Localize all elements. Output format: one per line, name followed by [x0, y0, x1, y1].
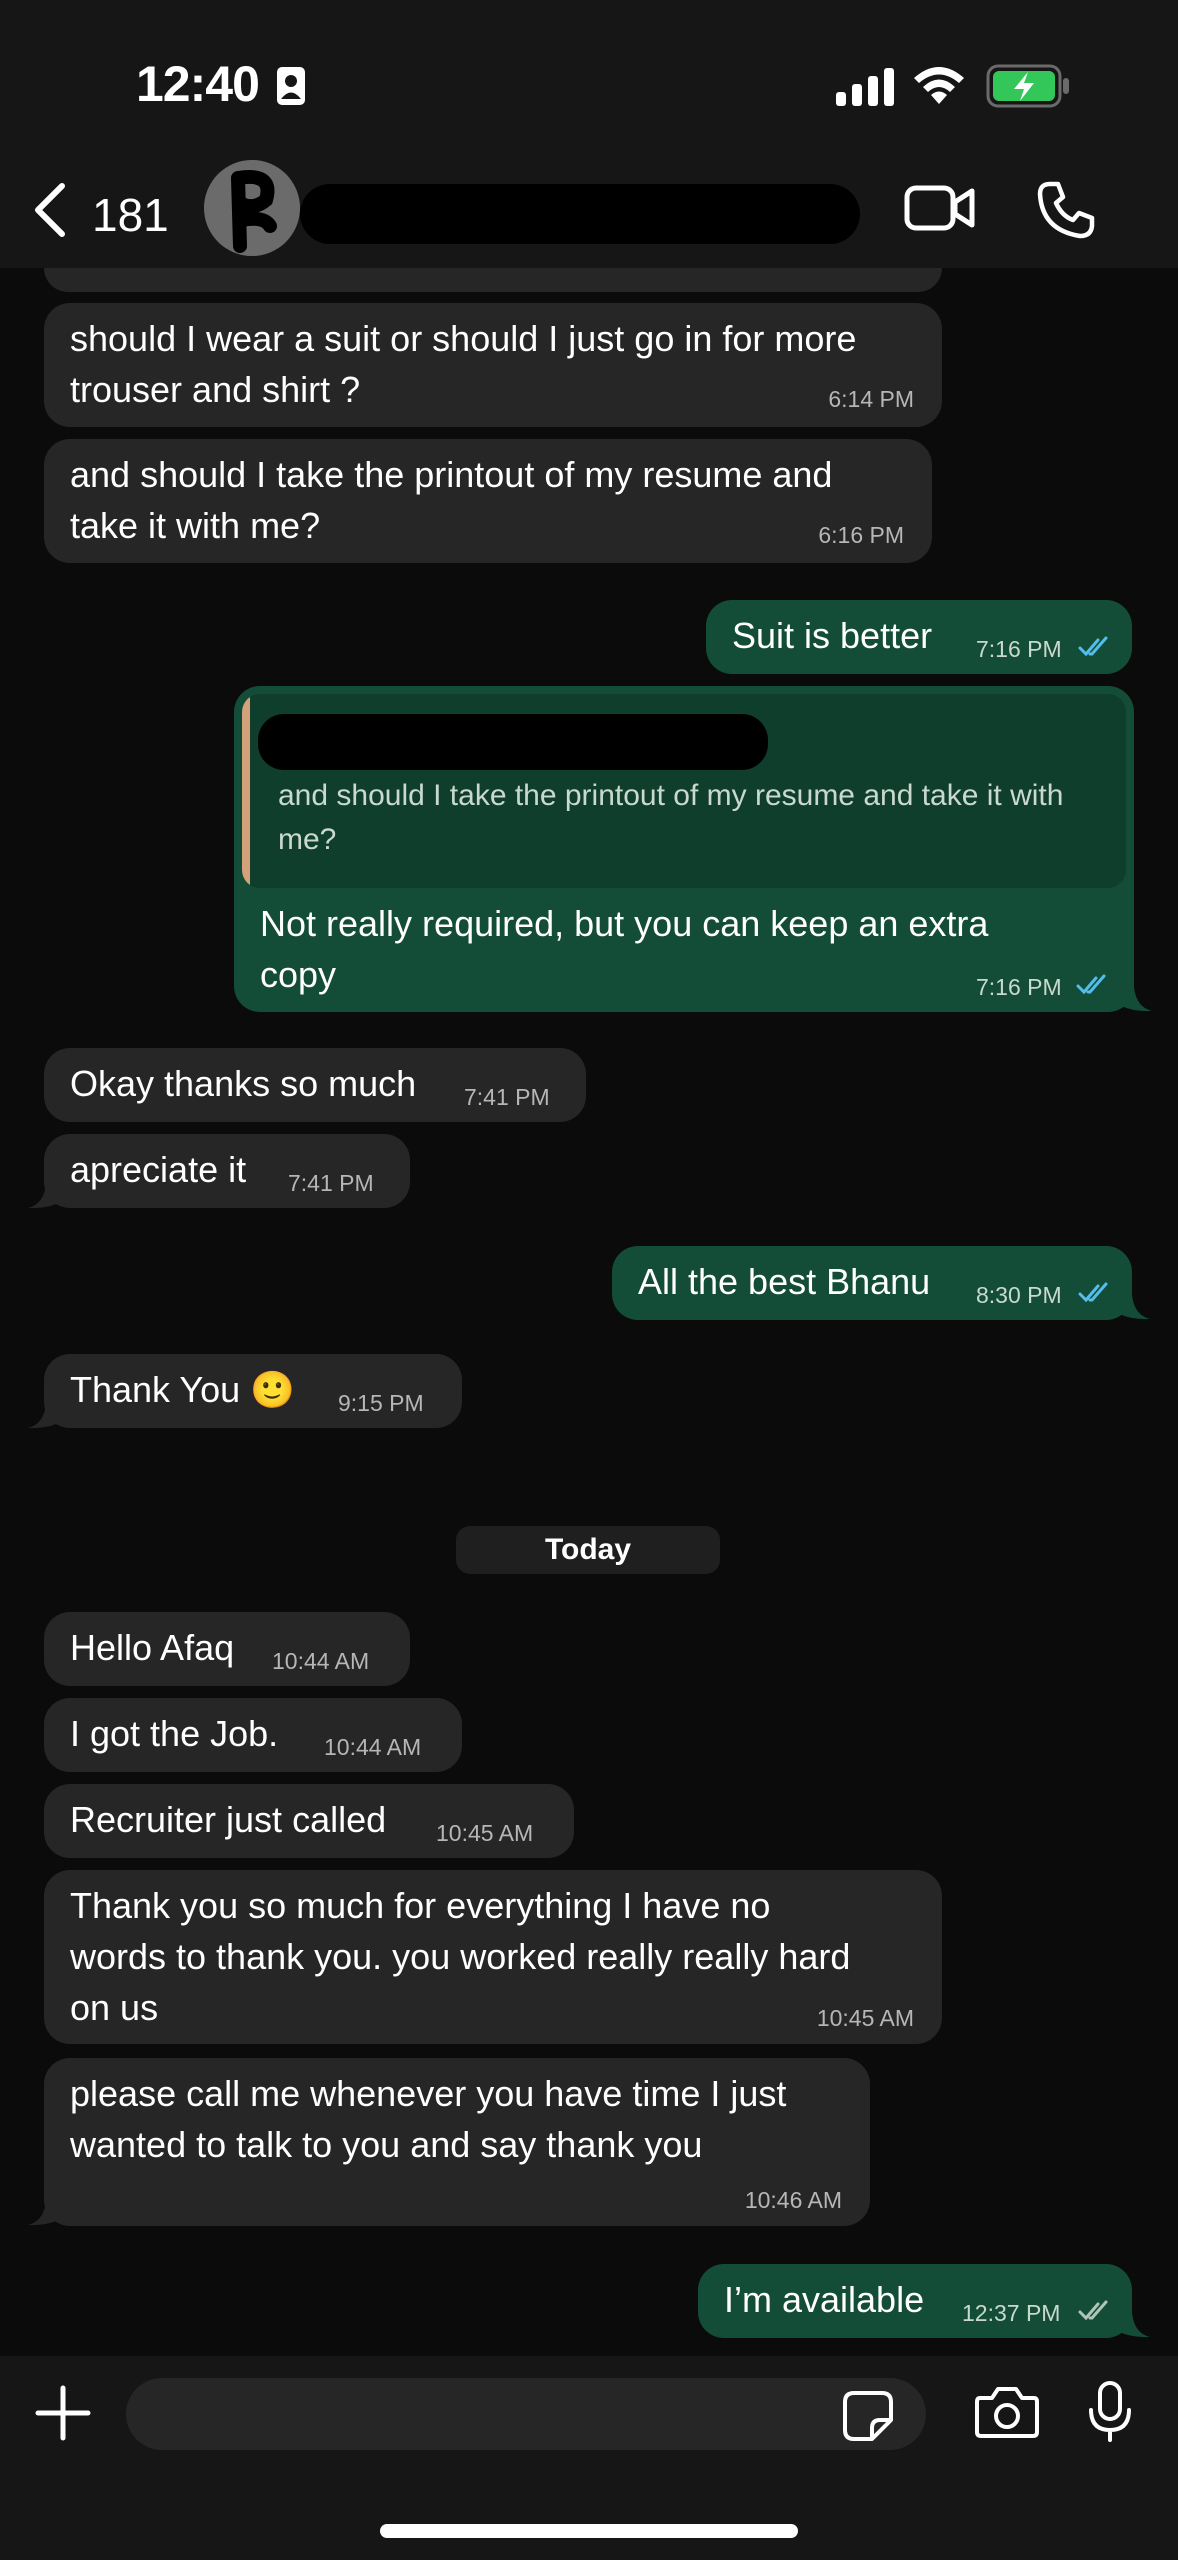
message-text: Not really required, but you can keep an… — [260, 903, 989, 995]
message-bubble-incoming[interactable]: Thank you so much for everything I have … — [44, 1870, 942, 2044]
signal-icon — [836, 66, 894, 111]
message-text: please call me whenever you have time I … — [70, 2073, 787, 2165]
camera-icon[interactable] — [974, 2384, 1040, 2445]
chat-header: 181 — [0, 160, 1178, 268]
chevron-left-icon[interactable] — [30, 180, 70, 245]
message-text: I got the Job. — [70, 1713, 279, 1754]
message-time: 10:44 AM — [324, 1734, 422, 1760]
bubble-tail — [28, 1393, 68, 1429]
status-time: 12:40 — [136, 56, 260, 112]
redacted-quoted-author — [258, 714, 768, 770]
message-text: Okay thanks so much — [70, 1063, 417, 1104]
message-time: 12:37 PM — [962, 2300, 1061, 2326]
message-text: Hello Afaq — [70, 1627, 235, 1668]
message-bubble-outgoing[interactable]: All the best Bhanu 8:30 PM — [612, 1246, 1132, 1320]
message-bubble-incoming[interactable]: I got the Job. 10:44 AM — [44, 1698, 462, 1772]
message-text: Recruiter just called — [70, 1799, 387, 1840]
message-input[interactable] — [126, 2378, 926, 2450]
sticker-icon[interactable] — [842, 2390, 894, 2447]
message-time: 9:15 PM — [338, 1390, 424, 1416]
bubble-tail — [1110, 1284, 1150, 1320]
message-time: 10:44 AM — [272, 1648, 370, 1674]
battery-charging-icon — [986, 64, 1070, 113]
message-text: I’m available — [724, 2279, 925, 2320]
message-bubble-incoming[interactable]: Recruiter just called 10:45 AM — [44, 1784, 574, 1858]
video-call-icon[interactable] — [904, 182, 976, 239]
date-separator: Today — [456, 1526, 720, 1574]
bubble-tail — [28, 1173, 68, 1209]
message-bubble-incoming[interactable]: apreciate it 7:41 PM — [44, 1134, 410, 1208]
message-time: 7:16 PM — [976, 636, 1062, 662]
message-time: 6:14 PM — [828, 386, 914, 412]
message-time: 10:45 AM — [436, 1820, 534, 1846]
avatar[interactable] — [204, 160, 300, 256]
message-time: 6:16 PM — [818, 522, 904, 548]
double-check-icon — [1078, 1282, 1112, 1309]
message-bubble-partial[interactable] — [44, 268, 942, 292]
message-time: 7:41 PM — [464, 1084, 550, 1110]
double-check-icon — [1078, 2300, 1112, 2327]
message-bubble-incoming[interactable]: Thank You 🙂 9:15 PM — [44, 1354, 462, 1428]
message-time: 8:30 PM — [976, 1282, 1062, 1308]
message-text: Thank You 🙂 — [70, 1369, 295, 1410]
composer-bar — [0, 2356, 1178, 2560]
bubble-tail — [1110, 2302, 1150, 2338]
message-time: 7:41 PM — [288, 1170, 374, 1196]
message-bubble-incoming[interactable]: please call me whenever you have time I … — [44, 2058, 870, 2226]
message-bubble-incoming[interactable]: should I wear a suit or should I just go… — [44, 303, 942, 427]
message-text: Thank you so much for everything I have … — [70, 1885, 851, 2028]
message-bubble-incoming[interactable]: Okay thanks so much 7:41 PM — [44, 1048, 586, 1122]
message-text: and should I take the printout of my res… — [70, 454, 833, 546]
message-text: should I wear a suit or should I just go… — [70, 318, 857, 410]
message-bubble-incoming[interactable]: Hello Afaq 10:44 AM — [44, 1612, 410, 1686]
contact-card-icon — [276, 66, 306, 111]
bubble-tail — [1112, 976, 1152, 1012]
phone-call-icon[interactable] — [1036, 180, 1096, 245]
double-check-icon — [1078, 636, 1112, 663]
message-text: All the best Bhanu — [638, 1261, 931, 1302]
plus-icon[interactable] — [34, 2384, 92, 2447]
home-indicator[interactable] — [380, 2524, 798, 2538]
message-text: Suit is better — [732, 615, 933, 656]
quoted-message[interactable]: and should I take the printout of my res… — [242, 694, 1126, 888]
message-time: 7:16 PM — [976, 974, 1062, 1000]
message-bubble-incoming[interactable]: and should I take the printout of my res… — [44, 439, 932, 563]
wifi-icon — [912, 64, 966, 111]
quote-accent-bar — [242, 694, 250, 888]
message-bubble-outgoing[interactable]: I’m available 12:37 PM — [698, 2264, 1132, 2338]
back-unread-count[interactable]: 181 — [92, 188, 169, 242]
quoted-text: and should I take the printout of my res… — [278, 779, 1064, 856]
message-bubble-outgoing[interactable]: Suit is better 7:16 PM — [706, 600, 1132, 674]
status-bar: 12:40 — [0, 0, 1178, 160]
message-text: apreciate it — [70, 1149, 247, 1190]
redacted-contact-name[interactable] — [300, 184, 860, 244]
message-time: 10:45 AM — [816, 2005, 914, 2031]
microphone-icon[interactable] — [1086, 2380, 1134, 2449]
message-time: 10:46 AM — [744, 2187, 842, 2213]
bubble-tail — [28, 2190, 68, 2226]
double-check-icon — [1076, 974, 1110, 1001]
